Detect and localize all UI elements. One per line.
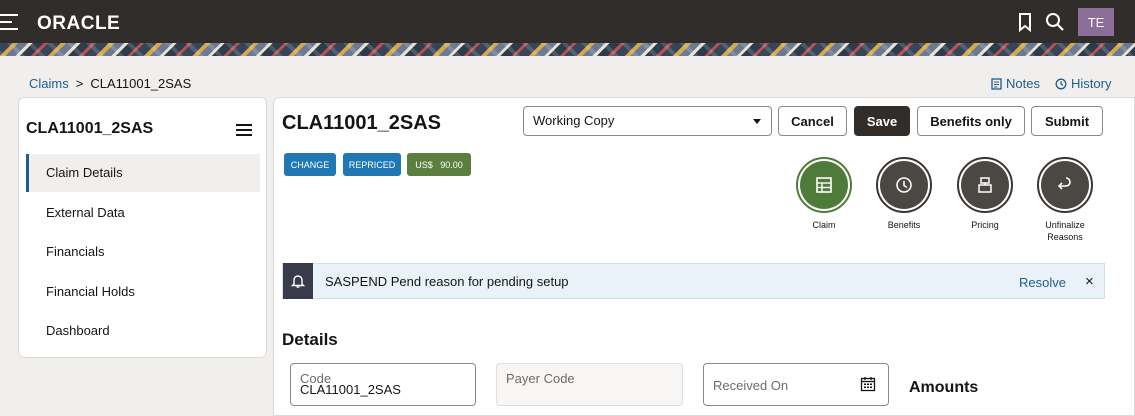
cancel-button[interactable]: Cancel bbox=[778, 106, 847, 136]
pricing-action[interactable]: Pricing bbox=[955, 157, 1015, 231]
alert-message: SASPEND Pend reason for pending setup bbox=[325, 273, 569, 289]
bell-icon bbox=[283, 263, 313, 299]
close-icon[interactable]: × bbox=[1085, 273, 1094, 290]
claim-sidebar: CLA11001_2SAS Claim Details External Dat… bbox=[18, 97, 267, 358]
save-button[interactable]: Save bbox=[854, 106, 910, 136]
notes-label: Notes bbox=[1006, 76, 1040, 91]
sidebar-item-external-data[interactable]: External Data bbox=[26, 194, 260, 232]
resolve-link[interactable]: Resolve bbox=[1019, 275, 1066, 290]
calendar-icon[interactable] bbox=[860, 376, 876, 395]
benefits-action[interactable]: Benefits bbox=[874, 157, 934, 231]
sidebar-item-claim-details[interactable]: Claim Details bbox=[26, 154, 260, 192]
version-select-value: Working Copy bbox=[533, 113, 615, 128]
payer-code-field: Payer Code bbox=[496, 363, 683, 406]
claim-main-panel: CLA11001_2SAS Working Copy Cancel Save B… bbox=[273, 97, 1135, 416]
pricing-action-label: Pricing bbox=[971, 220, 999, 230]
oracle-logo: ORACLE bbox=[37, 13, 121, 34]
details-heading: Details bbox=[282, 330, 338, 349]
bookmark-icon[interactable] bbox=[1014, 11, 1036, 33]
benefits-only-button[interactable]: Benefits only bbox=[917, 106, 1025, 136]
breadcrumb: Claims > CLA11001_2SAS bbox=[29, 76, 191, 91]
undo-icon bbox=[1057, 177, 1071, 190]
payer-code-label: Payer Code bbox=[506, 371, 575, 386]
chevron-down-icon bbox=[753, 119, 761, 124]
history-label: History bbox=[1071, 76, 1112, 91]
sidebar-title: CLA11001_2SAS bbox=[26, 120, 154, 137]
sidebar-item-financials[interactable]: Financials bbox=[26, 233, 260, 271]
top-bar: ORACLE TE bbox=[0, 0, 1135, 43]
user-avatar[interactable]: TE bbox=[1078, 8, 1114, 36]
history-link[interactable]: History bbox=[1055, 76, 1111, 91]
code-value: CLA11001_2SAS bbox=[300, 382, 401, 397]
navigation-menu-icon[interactable] bbox=[0, 14, 18, 30]
amounts-heading: Amounts bbox=[909, 379, 979, 396]
unfinalize-reasons-action-label: Unfinalize Reasons bbox=[1045, 220, 1085, 242]
claim-action-label: Claim bbox=[812, 220, 836, 230]
claim-action[interactable]: Claim bbox=[794, 157, 854, 231]
received-on-label: Received On bbox=[713, 378, 789, 393]
received-on-field[interactable]: Received On bbox=[703, 363, 889, 406]
notes-icon bbox=[991, 77, 1002, 90]
repriced-badge: REPRICED bbox=[343, 153, 401, 176]
benefits-action-label: Benefits bbox=[887, 220, 921, 230]
breadcrumb-separator: > bbox=[75, 76, 84, 91]
amount-badge: US$ 90.00 bbox=[407, 153, 471, 176]
page-title: CLA11001_2SAS bbox=[282, 112, 441, 134]
table-icon bbox=[816, 177, 832, 193]
breadcrumb-claims-link[interactable]: Claims bbox=[29, 76, 69, 91]
cash-register-icon bbox=[978, 177, 992, 193]
clock-icon bbox=[896, 177, 912, 193]
sidebar-item-financial-holds[interactable]: Financial Holds bbox=[26, 273, 260, 311]
history-icon bbox=[1055, 78, 1067, 89]
pend-alert: SASPEND Pend reason for pending setup Re… bbox=[282, 263, 1105, 299]
sidebar-item-dashboard[interactable]: Dashboard bbox=[26, 312, 260, 350]
version-select[interactable]: Working Copy bbox=[523, 106, 772, 136]
sidebar-menu-icon[interactable] bbox=[236, 124, 252, 137]
search-icon[interactable] bbox=[1044, 11, 1066, 33]
submit-button[interactable]: Submit bbox=[1031, 106, 1103, 136]
unfinalize-reasons-action[interactable]: Unfinalize Reasons bbox=[1035, 157, 1095, 243]
notes-link[interactable]: Notes bbox=[991, 76, 1040, 91]
code-field[interactable]: Code CLA11001_2SAS bbox=[290, 363, 476, 406]
change-badge: CHANGE bbox=[284, 153, 336, 176]
decorative-banner bbox=[0, 43, 1135, 56]
breadcrumb-current: CLA11001_2SAS bbox=[90, 76, 192, 91]
